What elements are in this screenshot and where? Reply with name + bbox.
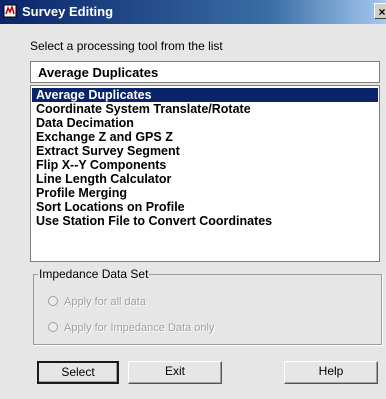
- help-button[interactable]: Help: [284, 361, 378, 384]
- list-item-data-decimation[interactable]: Data Decimation: [32, 116, 378, 130]
- list-item-station-file[interactable]: Use Station File to Convert Coordinates: [32, 214, 378, 228]
- list-item-line-length[interactable]: Line Length Calculator: [32, 172, 378, 186]
- radio-circle-icon: [48, 322, 58, 332]
- list-item-coordinate-system[interactable]: Coordinate System Translate/Rotate: [32, 102, 378, 116]
- list-item-exchange-z[interactable]: Exchange Z and GPS Z: [32, 130, 378, 144]
- select-button[interactable]: Select: [37, 361, 119, 384]
- list-item-extract-segment[interactable]: Extract Survey Segment: [32, 144, 378, 158]
- radio-apply-impedance-label: Apply for Impedance Data only: [64, 322, 215, 334]
- selected-tool-field[interactable]: Average Duplicates: [30, 61, 380, 83]
- tool-listbox[interactable]: Average Duplicates Coordinate System Tra…: [30, 85, 380, 262]
- window-title: Survey Editing: [22, 4, 114, 19]
- close-icon: ×: [378, 5, 386, 19]
- list-item-average-duplicates[interactable]: Average Duplicates: [32, 88, 378, 102]
- radio-apply-impedance[interactable]: Apply for Impedance Data only: [48, 322, 214, 336]
- app-icon: [3, 4, 17, 18]
- radio-apply-all[interactable]: Apply for all data: [48, 296, 146, 310]
- exit-button[interactable]: Exit: [128, 361, 222, 384]
- title-bar: Survey Editing ×: [0, 0, 386, 24]
- list-item-flip-components[interactable]: Flip X--Y Components: [32, 158, 378, 172]
- instruction-label: Select a processing tool from the list: [30, 39, 223, 53]
- radio-apply-all-label: Apply for all data: [64, 296, 146, 308]
- radio-circle-icon: [48, 296, 58, 306]
- close-button[interactable]: ×: [374, 3, 386, 19]
- list-item-profile-merging[interactable]: Profile Merging: [32, 186, 378, 200]
- impedance-legend: Impedance Data Set: [39, 267, 149, 281]
- list-item-sort-locations[interactable]: Sort Locations on Profile: [32, 200, 378, 214]
